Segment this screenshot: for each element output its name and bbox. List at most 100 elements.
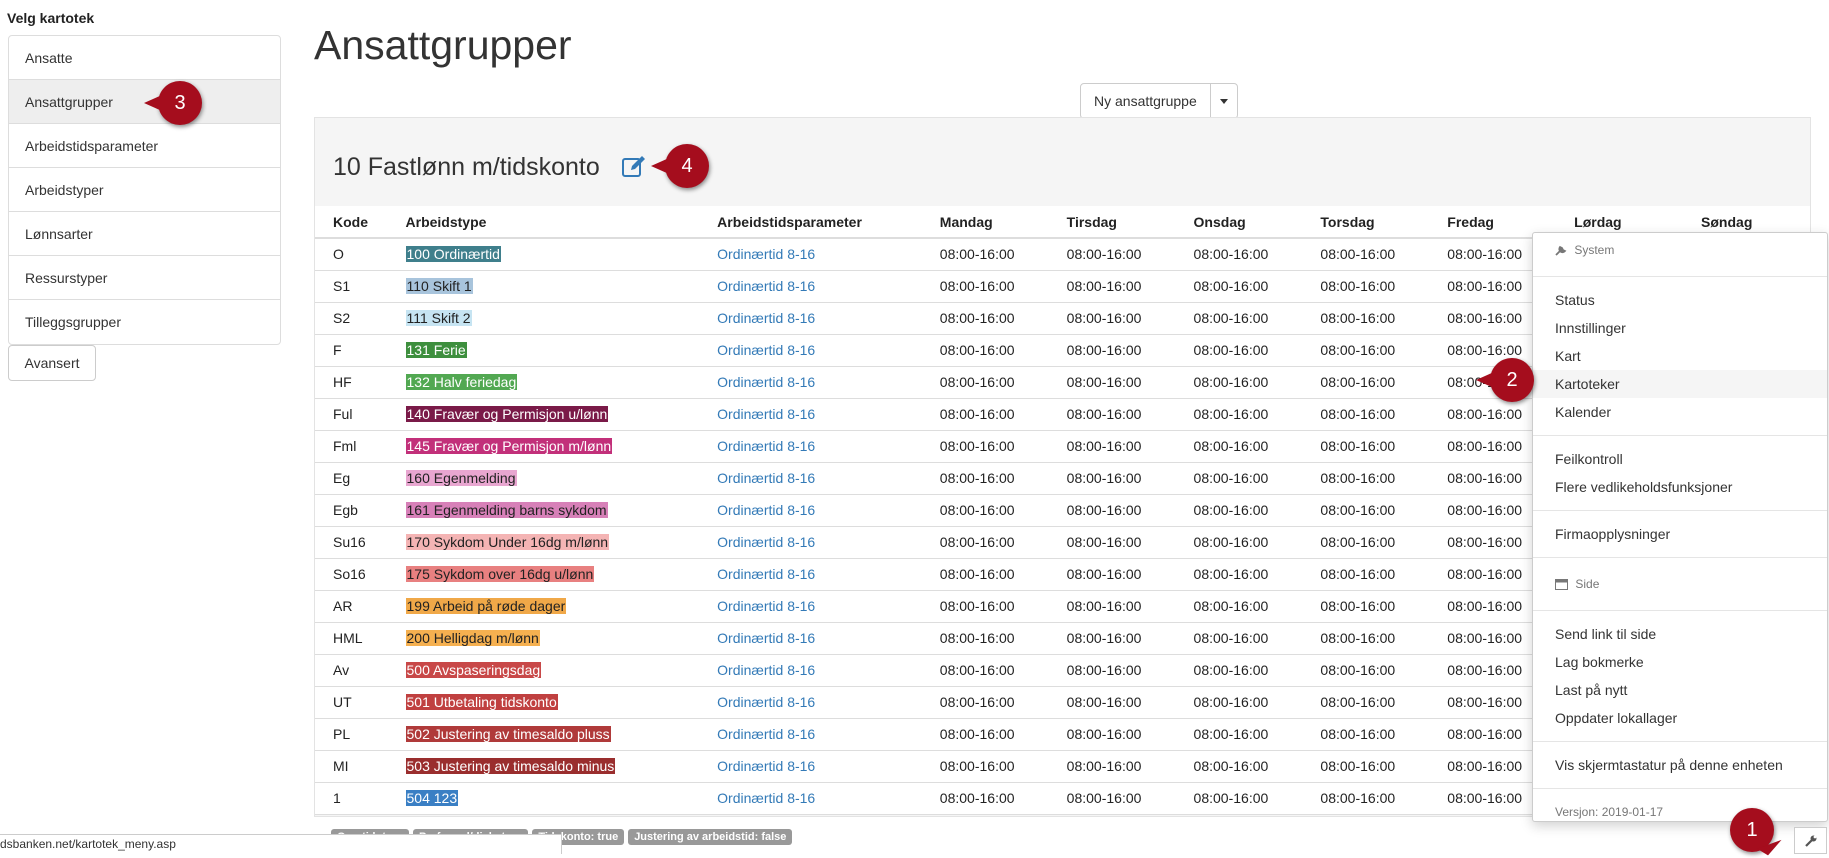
worktype-chip: 504 123 [405,790,459,806]
cell-day-time: 08:00-16:00 [1175,750,1303,783]
sidebar-item-arbeidstyper[interactable]: Arbeidstyper [9,168,280,212]
cell-day-time: 08:00-16:00 [1302,398,1430,431]
cell-day-time: 08:00-16:00 [1175,494,1303,527]
sidebar-item-tilleggsgrupper[interactable]: Tilleggsgrupper [9,300,280,344]
menu-item-kart[interactable]: Kart [1533,342,1827,370]
cell-day-time: 08:00-16:00 [921,462,1049,495]
cell-parameter-link[interactable]: Ordinærtid 8-16 [699,558,922,591]
wrench-icon [1555,245,1567,256]
cell-parameter-link[interactable]: Ordinærtid 8-16 [699,270,922,303]
cell-arbeidstype: 161 Egenmelding barns sykdom [387,494,700,527]
cell-parameter-link[interactable]: Ordinærtid 8-16 [699,526,922,559]
cell-day-time: 08:00-16:00 [1302,270,1430,303]
menu-item-last-p-nytt[interactable]: Last på nytt [1533,676,1827,704]
cell-day-time: 08:00-16:00 [921,654,1049,687]
cell-day-time: 08:00-16:00 [1048,526,1176,559]
worktype-chip: 132 Halv feriedag [405,374,518,390]
cell-day-time: 08:00-16:00 [1302,334,1430,367]
callout-marker: 3 [144,81,202,125]
menu-divider [1533,435,1827,436]
sidebar-item-ressurstyper[interactable]: Ressurstyper [9,256,280,300]
cell-day-time: 08:00-16:00 [1048,494,1176,527]
edit-icon[interactable] [621,154,647,180]
menu-divider [1533,276,1827,277]
version-label: Versjon: 2019-01-17 [1555,805,1664,819]
menu-item-keyboard[interactable]: Vis skjermtastatur på denne enheten [1533,751,1827,779]
cell-arbeidstype: 132 Halv feriedag [387,366,700,399]
worktype-chip: 100 Ordinærtid [405,246,501,263]
cell-day-time: 08:00-16:00 [1175,622,1303,655]
menu-item-innstillinger[interactable]: Innstillinger [1533,314,1827,342]
cell-day-time: 08:00-16:00 [1302,654,1430,687]
cell-day-time: 08:00-16:00 [1302,686,1430,719]
cell-day-time: 08:00-16:00 [921,334,1049,367]
menu-item-feilkontroll[interactable]: Feilkontroll [1533,445,1827,473]
cell-parameter-link[interactable]: Ordinærtid 8-16 [699,430,922,463]
cell-day-time: 08:00-16:00 [921,366,1049,399]
cell-parameter-link[interactable]: Ordinærtid 8-16 [699,782,922,815]
page-header: Side [1533,567,1827,601]
menu-item-oppdater-lokallager[interactable]: Oppdater lokallager [1533,704,1827,732]
sidebar-item-ansatte[interactable]: Ansatte [9,36,280,80]
chevron-down-icon [1219,98,1228,104]
cell-parameter-link[interactable]: Ordinærtid 8-16 [699,590,922,623]
cell-day-time: 08:00-16:00 [1175,782,1303,815]
cell-arbeidstype: 503 Justering av timesaldo minus [387,750,700,783]
column-header: Mandag [921,206,1049,239]
cell-kode: O [315,238,388,271]
column-header: Kode [315,206,388,239]
cell-day-time: 08:00-16:00 [1302,430,1430,463]
cell-kode: Ful [315,398,388,431]
cell-day-time: 08:00-16:00 [1048,398,1176,431]
cell-day-time: 08:00-16:00 [1048,590,1176,623]
cell-day-time: 08:00-16:00 [1175,270,1303,303]
menu-item-lag-bokmerke[interactable]: Lag bokmerke [1533,648,1827,676]
menu-item-kalender[interactable]: Kalender [1533,398,1827,426]
cell-day-time: 08:00-16:00 [1175,398,1303,431]
cell-kode: MI [315,750,388,783]
wrench-icon [1804,835,1816,847]
sidebar-item-l-nnsarter[interactable]: Lønnsarter [9,212,280,256]
tools-button[interactable] [1794,827,1827,854]
cell-parameter-link[interactable]: Ordinærtid 8-16 [699,718,922,751]
cell-day-time: 08:00-16:00 [921,558,1049,591]
page-title: Ansattgrupper [314,22,572,68]
cell-arbeidstype: 502 Justering av timesaldo pluss [387,718,700,751]
cell-parameter-link[interactable]: Ordinærtid 8-16 [699,462,922,495]
menu-item-send-link-til-side[interactable]: Send link til side [1533,620,1827,648]
new-group-button[interactable]: Ny ansattgruppe [1081,84,1211,118]
cell-day-time: 08:00-16:00 [1048,622,1176,655]
cell-parameter-link[interactable]: Ordinærtid 8-16 [699,654,922,687]
cell-day-time: 08:00-16:00 [921,398,1049,431]
cell-day-time: 08:00-16:00 [1302,238,1430,271]
new-group-dropdown-toggle[interactable] [1211,84,1237,118]
cell-kode: HML [315,622,388,655]
cell-parameter-link[interactable]: Ordinærtid 8-16 [699,302,922,335]
cell-parameter-link[interactable]: Ordinærtid 8-16 [699,398,922,431]
menu-item-flere-vedlikeholdsfunksjoner[interactable]: Flere vedlikeholdsfunksjoner [1533,473,1827,501]
sidebar-list: Ansatte Ansattgrupper Arbeidstidsparameter… [8,35,281,345]
cell-kode: S1 [315,270,388,303]
cell-parameter-link[interactable]: Ordinærtid 8-16 [699,686,922,719]
cell-parameter-link[interactable]: Ordinærtid 8-16 [699,750,922,783]
cell-kode: UT [315,686,388,719]
cell-parameter-link[interactable]: Ordinærtid 8-16 [699,622,922,655]
worktype-chip: 500 Avspaseringsdag [405,662,542,678]
menu-item-kartoteker[interactable]: Kartoteker [1533,370,1827,398]
cell-parameter-link[interactable]: Ordinærtid 8-16 [699,494,922,527]
sidebar-item-arbeidstidsparameter[interactable]: Arbeidstidsparameter [9,124,280,168]
cell-parameter-link[interactable]: Ordinærtid 8-16 [699,366,922,399]
cell-day-time: 08:00-16:00 [1048,558,1176,591]
cell-parameter-link[interactable]: Ordinærtid 8-16 [699,238,922,271]
cell-day-time: 08:00-16:00 [1048,462,1176,495]
menu-item-status[interactable]: Status [1533,286,1827,314]
cell-day-time: 08:00-16:00 [1048,782,1176,815]
cell-day-time: 08:00-16:00 [921,238,1049,271]
advanced-button[interactable]: Avansert [8,345,96,381]
system-menu: System Status Innstillinger Kart Kartoteker… [1532,232,1828,822]
cell-parameter-link[interactable]: Ordinærtid 8-16 [699,334,922,367]
cell-day-time: 08:00-16:00 [1175,526,1303,559]
cell-arbeidstype: 110 Skift 1 [387,270,700,303]
cell-day-time: 08:00-16:00 [1302,462,1430,495]
menu-item-firmaopplysninger[interactable]: Firmaopplysninger [1533,520,1827,548]
